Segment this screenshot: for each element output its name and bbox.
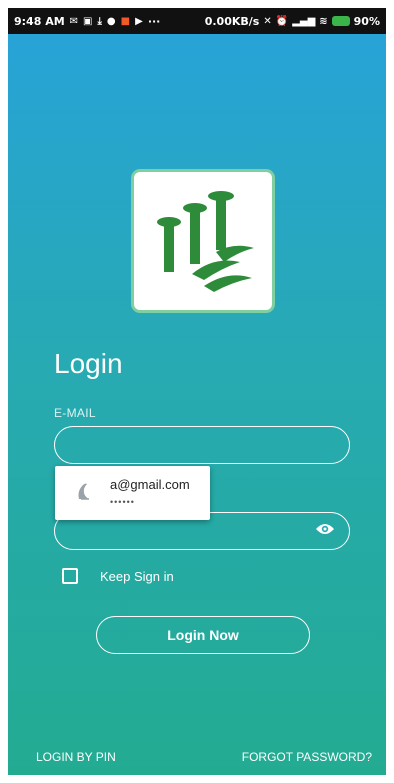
login-by-pin-link[interactable]: LOGIN BY PIN — [36, 750, 116, 764]
page-title: Login — [54, 348, 123, 379]
keep-signed-in-checkbox[interactable] — [62, 568, 78, 584]
email-field[interactable] — [54, 426, 350, 464]
app-logo — [134, 172, 272, 310]
keep-signed-in-label[interactable]: Keep Sign in — [100, 569, 174, 584]
phone-screen: 9:48 AM ✉ ▣ ⤓ ● ■ ▶ ··· 0.00KB/s ✕ ⏰ ▂▄▆… — [0, 0, 394, 783]
keep-signed-in[interactable]: Keep Sign in — [62, 568, 174, 584]
status-right: 0.00KB/s ✕ ⏰ ▂▄▆ ≋ 90% — [205, 15, 380, 28]
download-icon: ⤓ — [97, 15, 102, 27]
login-screen: Login E-MAIL a@gmail.com •••••• Keep Sig… — [8, 34, 386, 775]
autofill-password-mask: •••••• — [110, 497, 135, 507]
calendar-icon: ▣ — [83, 15, 93, 27]
status-time: 9:48 AM — [14, 14, 65, 28]
battery-level: 90% — [353, 14, 380, 28]
mail-icon: ✉ — [69, 15, 79, 27]
battery-icon — [331, 16, 350, 26]
youtube-icon: ▶ — [135, 15, 143, 27]
show-password-eye-icon[interactable] — [315, 522, 335, 536]
autofill-email: a@gmail.com — [110, 477, 190, 492]
autofill-suggestion[interactable]: a@gmail.com •••••• — [55, 466, 210, 520]
chat-icon: ● — [106, 15, 116, 27]
pillars-logo-icon — [157, 191, 254, 292]
autofill-app-icon — [78, 483, 89, 500]
email-input[interactable] — [55, 427, 349, 463]
alarm-icon: ⏰ — [275, 15, 289, 27]
wifi-icon: ≋ — [319, 15, 328, 27]
more-notifications-icon: ··· — [147, 14, 161, 28]
app-notification-icon: ■ — [120, 15, 131, 27]
email-label: E-MAIL — [54, 406, 96, 420]
status-bar: 9:48 AM ✉ ▣ ⤓ ● ■ ▶ ··· 0.00KB/s ✕ ⏰ ▂▄▆… — [8, 8, 386, 34]
network-speed: 0.00KB/s — [204, 14, 260, 28]
login-button[interactable]: Login Now — [96, 616, 310, 654]
mute-icon: ✕ — [263, 15, 272, 27]
signal-icon: ▂▄▆ — [292, 15, 316, 27]
forgot-password-link[interactable]: FORGOT PASSWORD? — [242, 750, 372, 764]
